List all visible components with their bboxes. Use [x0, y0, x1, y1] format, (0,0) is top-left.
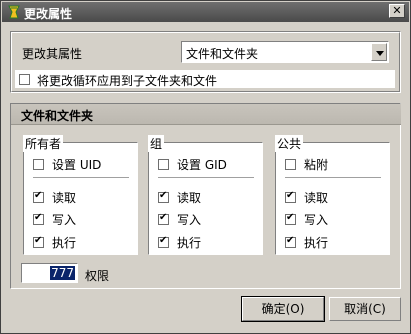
owner-exec-checkbox[interactable] [33, 235, 44, 248]
permissions-label: 权限 [85, 269, 110, 283]
public-exec-checkbox[interactable] [285, 235, 296, 248]
setuid-checkbox[interactable] [33, 159, 44, 170]
change-label: 更改其属性 [22, 47, 83, 61]
permissions-input[interactable]: 777 [21, 263, 78, 283]
setgid-label: 设置 GID [177, 158, 227, 172]
owner-write-label: 写入 [52, 213, 77, 227]
group-group: 组 设置 GID 读取 写入 执行 [148, 135, 263, 255]
sticky-checkbox[interactable] [285, 159, 296, 170]
close-icon: ✕ [392, 4, 402, 17]
setuid-label: 设置 UID [52, 158, 102, 172]
app-icon [8, 5, 20, 19]
public-separator [285, 177, 381, 178]
recursive-checkbox[interactable] [19, 74, 30, 85]
owner-read-label: 读取 [52, 191, 77, 205]
target-select-value: 文件和文件夹 [186, 47, 259, 61]
group-separator [158, 177, 254, 178]
owner-write-checkbox[interactable] [33, 212, 44, 225]
public-group-title: 公共 [275, 135, 304, 152]
section-header: 文件和文件夹 [11, 104, 401, 125]
window-title: 更改属性 [24, 7, 73, 21]
public-exec-label: 执行 [304, 236, 329, 250]
public-write-checkbox[interactable] [285, 212, 296, 225]
public-read-checkbox[interactable] [285, 190, 296, 203]
group-read-label: 读取 [177, 191, 202, 205]
owner-group-title: 所有者 [23, 135, 64, 152]
close-button[interactable]: ✕ [389, 4, 405, 18]
cancel-button-label: 取消(C) [344, 302, 386, 316]
sticky-label: 粘附 [304, 158, 329, 172]
chevron-down-icon[interactable] [371, 43, 387, 61]
group-read-checkbox[interactable] [158, 190, 169, 203]
ok-button[interactable]: 确定(O) [241, 296, 325, 322]
cancel-button[interactable]: 取消(C) [329, 297, 401, 321]
section-header-label: 文件和文件夹 [21, 109, 94, 123]
ok-button-label: 确定(O) [261, 302, 305, 316]
group-write-label: 写入 [177, 213, 202, 227]
target-select[interactable]: 文件和文件夹 [181, 41, 389, 63]
recursive-label: 将更改循环应用到子文件夹和文件 [37, 74, 218, 88]
public-write-label: 写入 [304, 213, 329, 227]
owner-group: 所有者 设置 UID 读取 写入 执行 [23, 135, 138, 255]
recursive-row: 将更改循环应用到子文件夹和文件 [15, 70, 395, 88]
change-attributes-dialog: 更改属性 ✕ 更改其属性 文件和文件夹 将更改循环应用到子文件夹和文件 文件和文… [0, 0, 411, 334]
public-read-label: 读取 [304, 191, 329, 205]
owner-read-checkbox[interactable] [33, 190, 44, 203]
group-write-checkbox[interactable] [158, 212, 169, 225]
group-exec-label: 执行 [177, 236, 202, 250]
permissions-value: 777 [50, 266, 75, 280]
setgid-checkbox[interactable] [158, 159, 169, 170]
owner-exec-label: 执行 [52, 236, 77, 250]
title-bar[interactable]: 更改属性 ✕ [2, 2, 409, 22]
owner-separator [33, 177, 129, 178]
public-group: 公共 粘附 读取 写入 执行 [275, 135, 390, 255]
group-group-title: 组 [148, 135, 165, 152]
group-exec-checkbox[interactable] [158, 235, 169, 248]
